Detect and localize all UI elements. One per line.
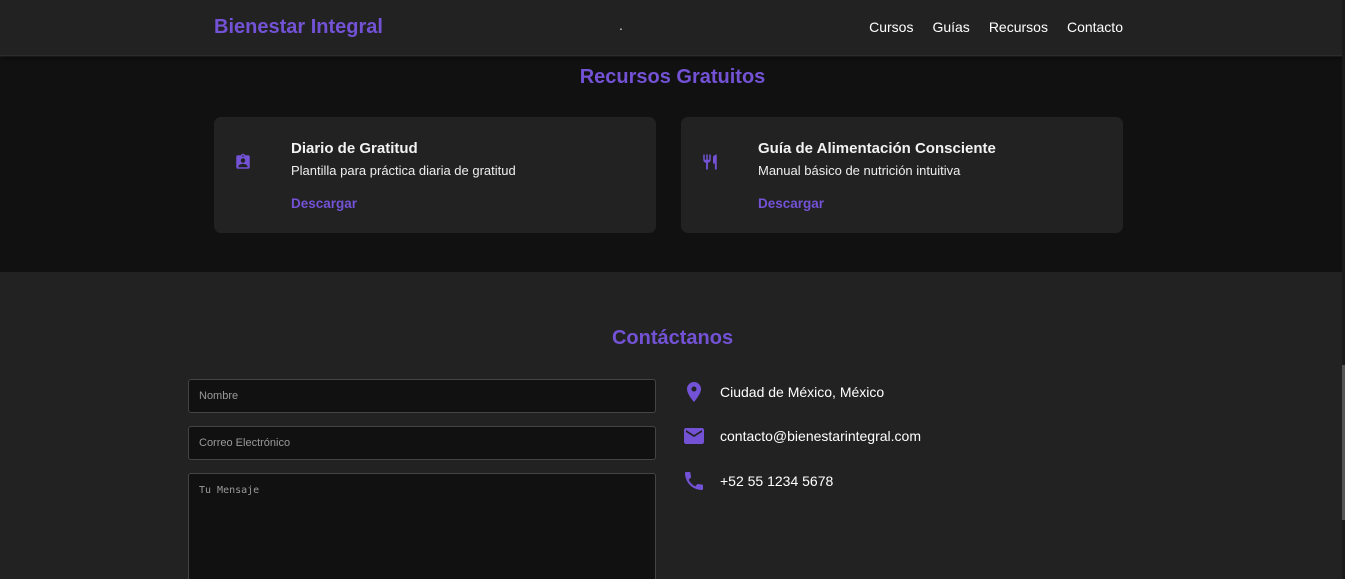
contact-title: Contáctanos (611, 327, 734, 349)
nav-link-cursos[interactable]: Cursos (869, 19, 913, 35)
contact-info-phone: +52 55 1234 5678 (682, 469, 833, 493)
nav-link-recursos[interactable]: Recursos (989, 19, 1048, 35)
email-input[interactable] (188, 426, 656, 460)
nav-link-contacto[interactable]: Contacto (1067, 19, 1123, 35)
contact-section: Contáctanos Ciudad de México, México con… (0, 272, 1345, 579)
download-link-alimentacion[interactable]: Descargar (758, 196, 824, 211)
resources-section: Recursos Gratuitos Diario de Gratitud Pl… (0, 57, 1345, 272)
phone-icon (685, 472, 703, 490)
card-title: Guía de Alimentación Consciente (758, 140, 996, 157)
card-title: Diario de Gratitud (291, 140, 418, 157)
card-description: Plantilla para práctica diaria de gratit… (291, 163, 516, 178)
location-pin-icon (687, 382, 701, 402)
clipboard-account-icon (236, 153, 250, 169)
contact-info-location: Ciudad de México, México (682, 380, 884, 404)
card-description: Manual básico de nutrición intuitiva (758, 163, 961, 178)
resource-card-alimentacion: Guía de Alimentación Consciente Manual b… (681, 117, 1123, 233)
nav-links: Cursos Guías Recursos Contacto (869, 19, 1123, 35)
contact-info-email: contacto@bienestarintegral.com (682, 424, 921, 448)
download-link-gratitud[interactable]: Descargar (291, 196, 357, 211)
contact-location-text: Ciudad de México, México (720, 384, 885, 400)
nav-link-guias[interactable]: Guías (932, 19, 969, 35)
navbar: Bienestar Integral . Cursos Guías Recurs… (0, 0, 1345, 56)
nav-dot: . (619, 17, 623, 33)
email-icon (684, 428, 704, 444)
contact-phone-text: +52 55 1234 5678 (720, 473, 834, 489)
contact-email-text: contacto@bienestarintegral.com (720, 428, 921, 444)
name-input[interactable] (188, 379, 656, 413)
resources-title: Recursos Gratuitos (579, 66, 766, 88)
brand-logo[interactable]: Bienestar Integral (214, 16, 383, 39)
utensils-icon (703, 154, 717, 170)
message-textarea[interactable] (188, 473, 656, 579)
resource-card-gratitud: Diario de Gratitud Plantilla para prácti… (214, 117, 656, 233)
